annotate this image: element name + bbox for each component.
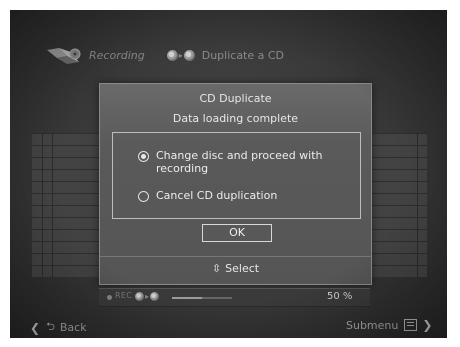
progress-bar: [172, 297, 232, 299]
ok-button[interactable]: OK: [202, 224, 272, 242]
disc-to-disc-icon: ▸: [135, 292, 160, 301]
submenu-label: Submenu: [346, 318, 399, 332]
radio-unselected-icon: [138, 191, 149, 202]
back-button[interactable]: ❮ ⮌ Back: [30, 318, 87, 337]
chevron-right-icon: ❯: [422, 318, 433, 332]
header: Recording ▸ Duplicate a CD: [45, 43, 284, 67]
rec-label: REC: [115, 291, 133, 300]
cd-duplicate-dialog: CD Duplicate Data loading complete Chang…: [99, 83, 372, 285]
page-title: Duplicate a CD: [201, 48, 285, 62]
radio-selected-icon: [138, 151, 149, 162]
option-label: Change disc and proceed with recording: [156, 149, 323, 175]
submenu-button[interactable]: Submenu ❯: [346, 318, 432, 332]
option-label: Cancel CD duplication: [156, 189, 278, 202]
progress-fill: [172, 297, 202, 299]
options-box: Change disc and proceed with recording C…: [112, 132, 361, 219]
select-hint: ⇳ Select: [100, 262, 371, 275]
option-change-disc[interactable]: Change disc and proceed with recording: [138, 149, 346, 175]
return-arrow-icon: ⮌: [46, 320, 55, 333]
dialog-title: CD Duplicate: [199, 92, 272, 105]
submenu-icon: [404, 319, 418, 331]
section-label: Recording: [89, 48, 145, 62]
screen: Recording ▸ Duplicate a CD CD Duplicate …: [10, 10, 447, 338]
rec-status-bar: REC ▸ 50 %: [99, 288, 370, 307]
dialog-message: Data loading complete: [172, 112, 299, 125]
up-down-icon: ⇳: [211, 262, 222, 275]
recording-logo-icon: [47, 48, 81, 64]
select-hint-label: Select: [225, 262, 260, 275]
progress-percent: 50 %: [327, 291, 353, 302]
rec-dot-icon: [107, 295, 112, 300]
disc-to-disc-icon: ▸: [166, 49, 195, 61]
option-cancel-duplication[interactable]: Cancel CD duplication: [138, 189, 346, 202]
divider: [100, 256, 371, 257]
back-label: Back: [59, 321, 87, 334]
chevron-left-icon: ❮: [30, 320, 41, 335]
